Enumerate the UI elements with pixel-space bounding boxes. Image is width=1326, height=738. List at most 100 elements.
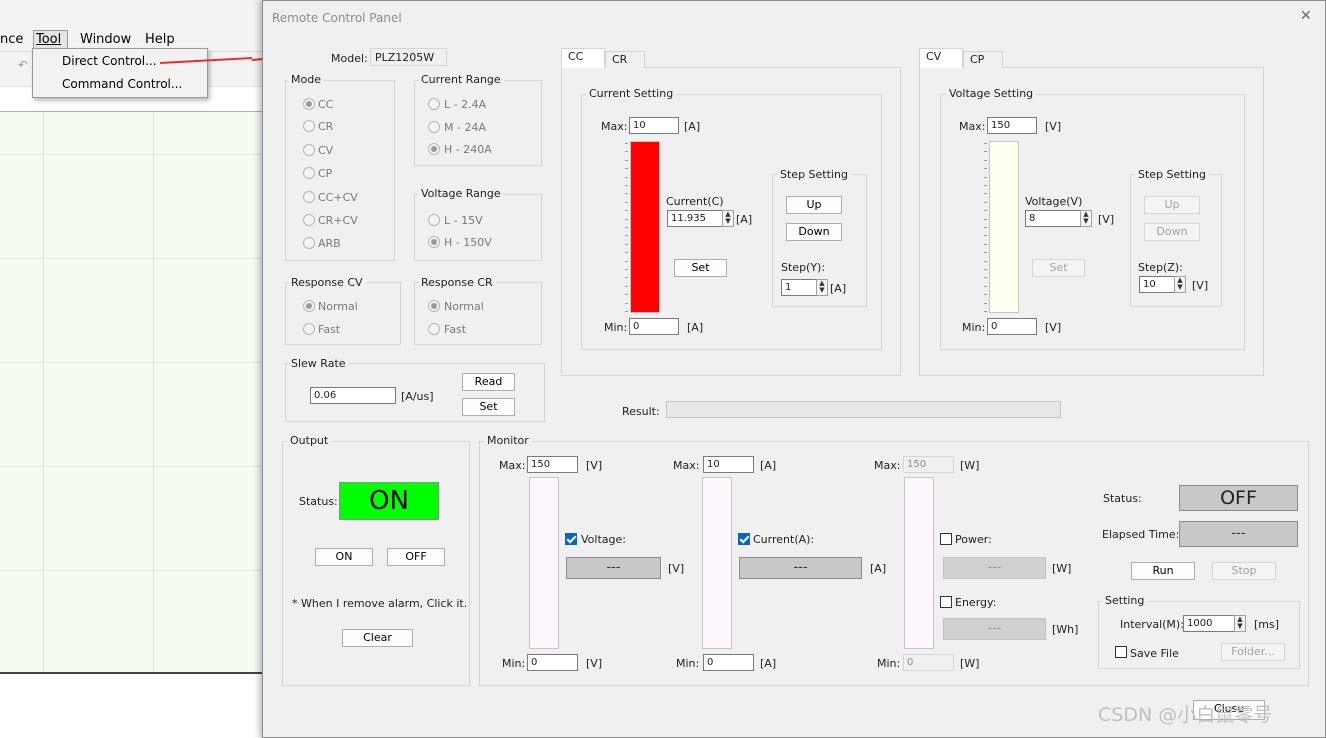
mon-current-max-input[interactable]: 10 (703, 456, 754, 473)
cc-param-spinner[interactable]: ▲ ▼ (722, 210, 734, 227)
undo-icon[interactable]: ↶ (18, 58, 28, 72)
cc-step-up-button[interactable]: Up (786, 196, 842, 214)
response-cv-label-fast: Fast (318, 323, 341, 336)
menu-item-direct-control[interactable]: Direct Control... (62, 53, 157, 69)
cc-max-label: Max: (601, 120, 628, 133)
cv-set-button[interactable]: Set (1032, 259, 1085, 277)
interval-spinner[interactable]: ▲ ▼ (1234, 615, 1246, 632)
interval-input[interactable]: 1000 (1183, 615, 1235, 632)
cv-param-input[interactable]: 8 (1025, 210, 1081, 227)
cv-param-spinner[interactable]: ▲ ▼ (1080, 210, 1092, 227)
run-button[interactable]: Run (1131, 562, 1195, 580)
current-range-radio-m[interactable] (428, 121, 440, 133)
mon-current-min-input[interactable]: 0 (703, 654, 754, 671)
current-range-radio-h[interactable] (428, 143, 440, 155)
response-cr-radio-normal[interactable] (428, 300, 440, 312)
window-close-icon[interactable]: ✕ (1300, 9, 1312, 23)
cc-step-spinner[interactable]: ▲ ▼ (816, 279, 828, 296)
slew-rate-read-button[interactable]: Read (462, 373, 515, 391)
cv-max-input[interactable]: 150 (987, 117, 1037, 134)
menu-item-window[interactable]: Window (80, 32, 131, 48)
menu-item-help[interactable]: Help (145, 32, 175, 48)
current-range-label-h: H - 240A (444, 143, 492, 156)
mon-voltage-checkbox[interactable] (565, 533, 577, 545)
mon-voltage-min-input[interactable]: 0 (527, 654, 578, 671)
mode-radio-cc-cv[interactable] (303, 191, 315, 203)
mode-radio-cp[interactable] (303, 167, 315, 179)
scale-tick (984, 201, 987, 203)
scale-tick (625, 159, 628, 161)
graph-bottom-border (0, 672, 262, 674)
save-file-checkbox[interactable] (1115, 646, 1127, 658)
scale-tick (984, 185, 987, 186)
cc-step-setting-title: Step Setting (777, 168, 851, 181)
mon-voltage-max-unit: [V] (586, 459, 603, 472)
mode-label-cc: CC (318, 98, 334, 111)
tab-cc[interactable]: CC (561, 48, 605, 68)
current-setting-title: Current Setting (586, 87, 677, 100)
cv-min-input[interactable]: 0 (987, 318, 1037, 335)
cc-param-unit: [A] (736, 213, 753, 226)
response-cv-radio-fast[interactable] (303, 323, 315, 335)
output-on-button[interactable]: ON (315, 548, 373, 566)
cc-step-label: Step(Y): (781, 261, 826, 274)
mode-radio-cv[interactable] (303, 144, 315, 156)
tab-cr[interactable]: CR (605, 51, 645, 68)
cv-setting-bar (989, 141, 1019, 313)
clear-alarm-button[interactable]: Clear (342, 629, 413, 647)
response-cv-radio-normal[interactable] (303, 300, 315, 312)
mon-energy-checkbox[interactable] (940, 596, 952, 608)
current-range-radio-l[interactable] (428, 98, 440, 110)
mon-current-min-unit: [A] (760, 657, 777, 670)
cv-step-input[interactable]: 10 (1139, 276, 1175, 293)
cv-max-unit: [V] (1045, 120, 1062, 133)
cc-min-unit: [A] (687, 321, 704, 334)
mon-voltage-max-input[interactable]: 150 (527, 456, 578, 473)
alarm-note: * When I remove alarm, Click it. (292, 597, 468, 610)
slew-rate-input[interactable]: 0.06 (310, 387, 396, 404)
slew-rate-set-button[interactable]: Set (462, 398, 515, 416)
stop-button[interactable]: Stop (1212, 562, 1276, 580)
mode-radio-cr-cv[interactable] (303, 214, 315, 226)
mon-power-checkbox[interactable] (940, 533, 952, 545)
output-status-label: Status: (299, 495, 338, 508)
interval-unit: [ms] (1254, 618, 1280, 631)
cc-step-input[interactable]: 1 (781, 279, 817, 296)
mon-power-max-input[interactable]: 150 (903, 456, 954, 473)
voltage-range-radio-h[interactable] (428, 236, 440, 248)
cc-param-input[interactable]: 11.935 (667, 210, 723, 227)
menu-item-command-control[interactable]: Command Control... (62, 76, 182, 92)
mode-radio-cr[interactable] (303, 120, 315, 132)
csdn-watermark: CSDN @小白鼠零号 (1098, 704, 1273, 726)
annotation-arrow (160, 57, 253, 64)
scale-tick (984, 252, 987, 254)
scale-tick (984, 151, 987, 153)
tab-cp[interactable]: CP (963, 51, 1003, 68)
mode-radio-arb[interactable] (303, 237, 315, 249)
mon-current-checkbox[interactable] (738, 533, 750, 545)
cc-min-input[interactable]: 0 (629, 318, 679, 335)
cc-set-button[interactable]: Set (674, 259, 727, 277)
cv-step-down-button[interactable]: Down (1144, 223, 1200, 241)
scale-tick (625, 176, 628, 178)
output-off-button[interactable]: OFF (387, 548, 445, 566)
mode-radio-cc[interactable] (303, 98, 315, 110)
output-status-indicator: ON (339, 482, 439, 520)
cv-step-up-button[interactable]: Up (1144, 196, 1200, 214)
menu-item-nce[interactable]: nce (0, 32, 23, 48)
menu-bar: nce Tool Window Help (0, 0, 262, 52)
cv-step-spinner[interactable]: ▲ ▼ (1174, 276, 1186, 293)
response-cr-radio-fast[interactable] (428, 323, 440, 335)
cc-min-label: Min: (604, 321, 628, 334)
cc-step-down-button[interactable]: Down (786, 223, 842, 241)
output-title: Output (287, 434, 332, 447)
cc-max-input[interactable]: 10 (629, 117, 679, 134)
mon-power-min-input[interactable]: 0 (903, 654, 954, 671)
current-range-title: Current Range (418, 73, 504, 86)
tab-cv[interactable]: CV (919, 48, 963, 68)
mode-label-cp: CP (318, 167, 333, 180)
voltage-range-radio-l[interactable] (428, 214, 440, 226)
folder-button[interactable]: Folder... (1221, 643, 1285, 661)
scale-tick (625, 235, 628, 237)
menu-item-tool[interactable]: Tool (36, 32, 61, 48)
